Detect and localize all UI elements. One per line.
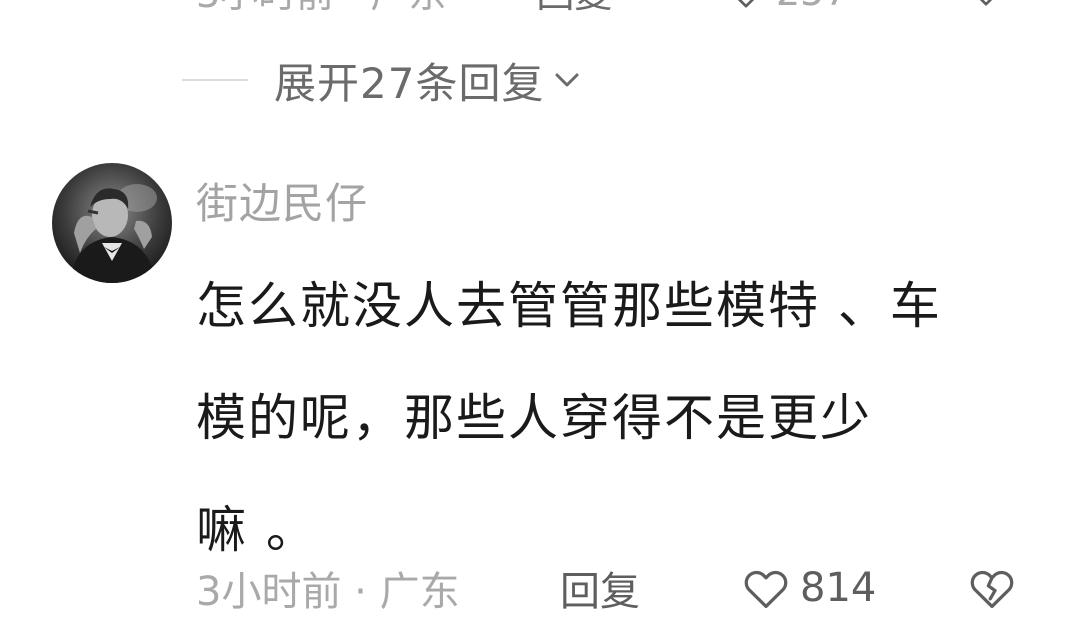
heart-outline-icon [737, 0, 755, 8]
like-button[interactable]: 814 [740, 562, 876, 614]
broken-heart-icon [970, 570, 1014, 609]
expand-replies-label: 展开27条回复 [274, 58, 545, 108]
previous-comment-reply-button[interactable]: 回复 [536, 0, 612, 18]
comment-username[interactable]: 街边民仔 [196, 170, 368, 231]
broken-heart-icon [979, 0, 993, 6]
previous-comment-like-button[interactable]: 257 [726, 0, 849, 14]
like-count: 814 [800, 565, 877, 611]
previous-comment-meta-row: 3小时前 · 广东 回复 257 [196, 0, 993, 16]
comment-time-location: 3小时前 · 广东 [196, 569, 460, 615]
heart-outline-icon [744, 570, 788, 609]
expand-replies-button[interactable]: 展开27条回复 [182, 52, 586, 108]
avatar[interactable] [52, 163, 172, 283]
comment-content: 怎么就没人去管管那些模特 、车 模的呢，那些人穿得不是更少 嘛 。 [196, 250, 1016, 586]
comment-line: 模的呢，那些人穿得不是更少 [196, 389, 872, 447]
chevron-down-icon [552, 63, 586, 97]
dislike-button[interactable] [966, 562, 1018, 614]
expand-divider-line [182, 79, 248, 81]
previous-comment-time-location: 3小时前 · 广东 [196, 0, 446, 18]
reply-button[interactable]: 回复 [560, 559, 640, 617]
previous-comment-like-count: 257 [776, 0, 849, 14]
previous-comment-dislike-button[interactable] [966, 0, 1006, 19]
comment-meta-row: 3小时前 · 广东 回复 814 [196, 560, 1056, 616]
comment-line: 怎么就没人去管管那些模特 、车 [196, 277, 942, 335]
